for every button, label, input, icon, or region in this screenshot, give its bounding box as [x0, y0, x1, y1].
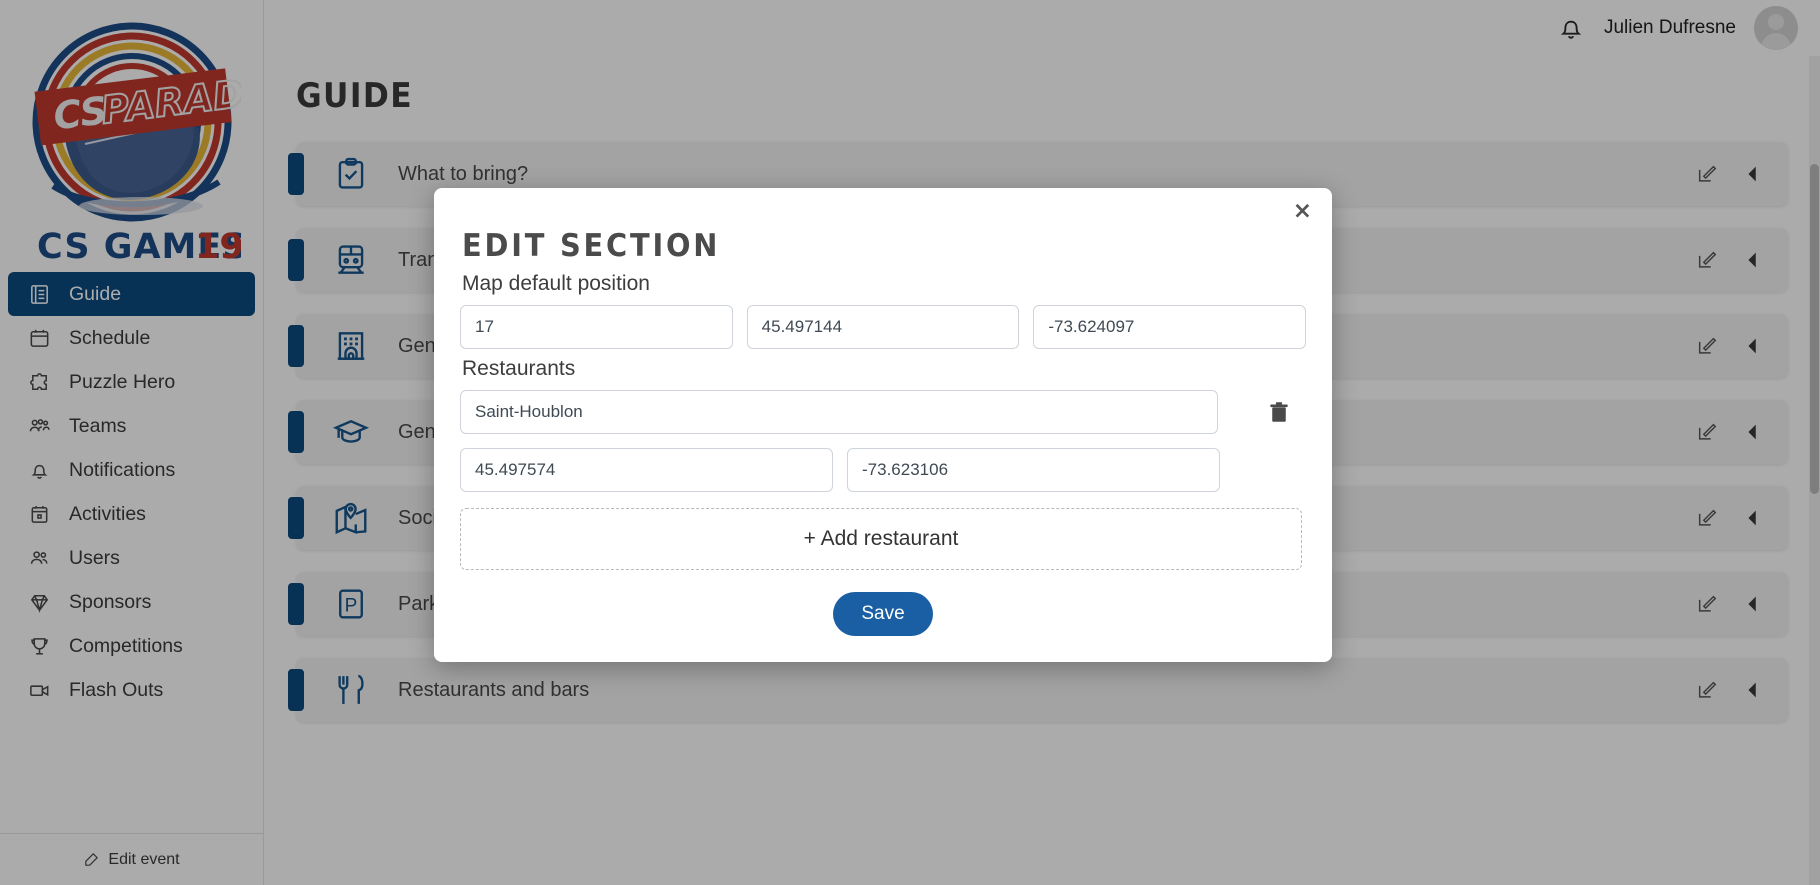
restaurant-latitude-input[interactable]: [460, 448, 833, 492]
edit-section-modal: × EDIT SECTION Map default position Rest…: [434, 188, 1332, 662]
map-position-row: [460, 305, 1307, 349]
restaurants-label: Restaurants: [462, 357, 576, 380]
save-button[interactable]: Save: [833, 592, 933, 636]
map-position-label: Map default position: [462, 272, 650, 295]
app-root: CS PARADISE CS GAMES 19 Guide Schedule P…: [0, 0, 1820, 885]
restaurant-longitude-input[interactable]: [847, 448, 1220, 492]
map-latitude-input[interactable]: [746, 305, 1020, 349]
restaurant-name-row: [460, 390, 1306, 434]
map-zoom-input[interactable]: [460, 305, 733, 349]
close-icon[interactable]: ×: [1293, 200, 1312, 223]
restaurant-coordinates-row: [460, 448, 1306, 492]
restaurant-name-input[interactable]: [460, 390, 1218, 434]
modal-title: EDIT SECTION: [462, 228, 721, 264]
trash-icon[interactable]: [1265, 397, 1293, 427]
add-restaurant-button[interactable]: + Add restaurant: [460, 508, 1302, 570]
map-longitude-input[interactable]: [1033, 305, 1307, 349]
modal-footer: Save: [460, 592, 1306, 636]
